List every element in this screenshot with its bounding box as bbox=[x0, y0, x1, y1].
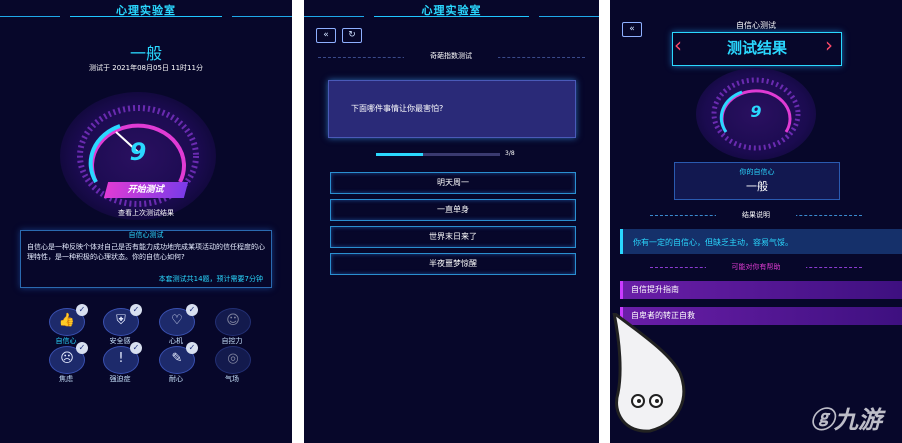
app-header: 心理实验室 bbox=[0, 0, 292, 26]
test-name: 自信心测试 bbox=[736, 21, 776, 30]
check-icon: ✓ bbox=[186, 304, 198, 316]
gauge-value: 9 bbox=[129, 138, 147, 166]
watermark-logo: ⓖ九游 bbox=[810, 400, 882, 435]
info-body: 自信心是一种反映个体对自己是否有能力成功地完成某项活动的信任程度的心理特性，是一… bbox=[27, 243, 265, 261]
explain-box: 你有一定的自信心，但缺乏主动，容易气馁。 bbox=[620, 229, 902, 254]
your-value: 一般 bbox=[746, 180, 768, 193]
test-result-screen: « 自信心测试 测试结果 ‹ › 9 你的自信心 一般 结果说明 你有一定的自信… bbox=[610, 0, 902, 443]
refresh-button[interactable]: ↻ bbox=[342, 28, 362, 43]
quiz-question-screen: 心理实验室 « ↻ 奇葩指数测试 下面哪件事情让你最害怕? 3/8 明天周一一直… bbox=[304, 0, 599, 443]
section-title: 奇葩指数测试 bbox=[404, 51, 498, 61]
test-button[interactable]: ♡ ✓ bbox=[159, 304, 198, 336]
test-time: 测试于 2021年08月05日 11时11分 bbox=[89, 64, 203, 72]
watermark-swirl-icon: ⓖ bbox=[810, 406, 834, 434]
result-header-frame: 测试结果 bbox=[672, 32, 842, 66]
aura-icon: ◎ bbox=[227, 351, 239, 366]
result-word: 一般 bbox=[129, 44, 162, 63]
test-label: 气场 bbox=[225, 375, 239, 383]
test-label: 强迫症 bbox=[109, 375, 131, 383]
header-line-right bbox=[539, 16, 599, 17]
result-summary-box: 你的自信心 一般 bbox=[674, 162, 840, 200]
test-button[interactable]: ✎ ✓ bbox=[159, 342, 198, 374]
watermark-mascot bbox=[612, 313, 686, 433]
check-icon: ✓ bbox=[130, 304, 142, 316]
test-button[interactable]: ☺ bbox=[215, 308, 251, 336]
test-button[interactable]: 👍 ✓ bbox=[49, 304, 88, 336]
your-label: 你的自信心 bbox=[739, 168, 775, 176]
test-info-box: 自信心测试 自信心是一种反映个体对自己是否有能力成功地完成某项活动的信任程度的心… bbox=[20, 230, 272, 288]
start-test-button[interactable]: 开始测试 bbox=[103, 182, 189, 198]
answer-option[interactable]: 世界末日来了 bbox=[330, 226, 576, 248]
back-button[interactable]: « bbox=[316, 28, 336, 43]
explain-text: 你有一定的自信心，但缺乏主动，容易气馁。 bbox=[633, 238, 793, 247]
answer-option[interactable]: 一直单身 bbox=[330, 199, 576, 221]
result-title: 测试结果 bbox=[726, 39, 787, 57]
check-icon: ✓ bbox=[186, 342, 198, 354]
test-button[interactable]: ◎ bbox=[215, 346, 251, 374]
question-text: 下面哪件事情让你最害怕? bbox=[351, 104, 444, 113]
chevron-right-icon: › bbox=[825, 33, 833, 57]
confidence-test-home-screen: 心理实验室 一般 测试于 2021年08月05日 11时11分 9 开始测试 查… bbox=[0, 0, 292, 443]
score-gauge: 9 bbox=[60, 92, 216, 220]
face-icon: ☺ bbox=[226, 313, 240, 328]
view-last-result-link[interactable]: 查看上次测试结果 bbox=[0, 208, 292, 218]
check-icon: ✓ bbox=[76, 304, 88, 316]
test-label: 自控力 bbox=[221, 337, 243, 345]
chevron-left-icon: ‹ bbox=[674, 33, 682, 57]
info-title: 自信心测试 bbox=[128, 231, 164, 239]
test-label: 焦虑 bbox=[59, 375, 73, 383]
gauge-value: 9 bbox=[750, 102, 762, 121]
progress-track bbox=[376, 153, 500, 156]
check-icon: ✓ bbox=[130, 342, 142, 354]
progress-text: 3/8 bbox=[505, 150, 515, 157]
progress-fill bbox=[376, 153, 423, 156]
explain-title: 结果说明 bbox=[716, 210, 796, 220]
watermark-text: 九游 bbox=[834, 406, 882, 434]
test-button[interactable]: ⛨ ✓ bbox=[103, 304, 142, 336]
answer-option[interactable]: 半夜噩梦惊醒 bbox=[330, 253, 576, 275]
answer-option[interactable]: 明天周一 bbox=[330, 172, 576, 194]
score-gauge: 9 bbox=[696, 68, 816, 160]
help-title: 可能对你有帮助 bbox=[706, 262, 806, 272]
app-header: 心理实验室 bbox=[304, 0, 599, 26]
question-card: 下面哪件事情让你最害怕? bbox=[328, 80, 576, 138]
header-line-right bbox=[232, 16, 292, 17]
test-button[interactable]: ! ✓ bbox=[103, 342, 142, 374]
help-item[interactable]: 自信提升指南 bbox=[620, 281, 902, 299]
check-icon: ✓ bbox=[76, 342, 88, 354]
info-footer: 本套测试共14题，预计需要7分钟 bbox=[158, 275, 263, 283]
test-label: 耐心 bbox=[169, 375, 183, 383]
test-button[interactable]: ☹ ✓ bbox=[49, 342, 88, 374]
